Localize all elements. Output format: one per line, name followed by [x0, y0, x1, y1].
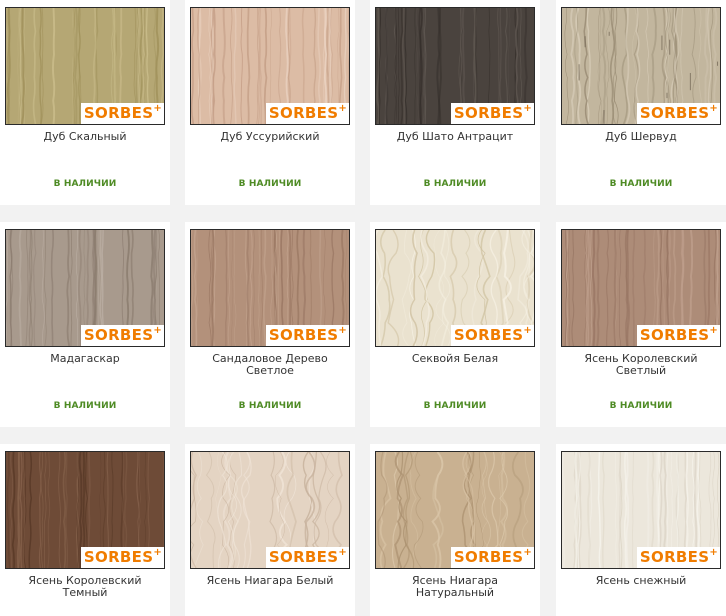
product-image[interactable]: SORBES+ [5, 229, 165, 347]
product-image[interactable]: SORBES+ [561, 229, 721, 347]
product-image[interactable]: SORBES+ [190, 7, 350, 125]
product-name[interactable]: Ясень снежный [564, 575, 718, 587]
product-name[interactable]: Секвойя Белая [378, 353, 532, 365]
sorbes-logo: SORBES+ [450, 103, 534, 124]
logo-text: SORBES [268, 104, 339, 122]
product-grid: SORBES+ Дуб Скальный В НАЛИЧИИ SORBES+ Дуб У… [0, 0, 726, 616]
logo-text: SORBES [639, 104, 710, 122]
sorbes-logo: SORBES+ [265, 103, 349, 124]
product-image[interactable]: SORBES+ [375, 451, 535, 569]
stock-status: В НАЛИЧИИ [423, 179, 487, 189]
product-name[interactable]: Ясень Ниагара Белый [193, 575, 347, 587]
product-name[interactable]: Дуб Шато Антрацит [378, 131, 532, 143]
product-image[interactable]: SORBES+ [375, 7, 535, 125]
stock-status: В НАЛИЧИИ [609, 401, 673, 411]
product-card[interactable]: SORBES+ Сандаловое Дерево Светлое В НАЛИЧИ… [185, 222, 355, 427]
product-card[interactable]: SORBES+ Мадагаскар В НАЛИЧИИ [0, 222, 170, 427]
product-card[interactable]: SORBES+ Секвойя Белая В НАЛИЧИИ [370, 222, 540, 427]
stock-status: В НАЛИЧИИ [609, 179, 673, 189]
stock-status: В НАЛИЧИИ [238, 401, 302, 411]
product-card[interactable]: SORBES+ Дуб Скальный В НАЛИЧИИ [0, 0, 170, 205]
product-name[interactable]: Ясень Королевский Темный [8, 575, 162, 599]
product-name[interactable]: Ясень Королевский Светлый [564, 353, 718, 377]
logo-plus-mark: + [523, 325, 532, 336]
sorbes-logo: SORBES+ [450, 547, 534, 568]
stock-status: В НАЛИЧИИ [423, 401, 487, 411]
product-image[interactable]: SORBES+ [5, 7, 165, 125]
product-image[interactable]: SORBES+ [561, 7, 721, 125]
product-name[interactable]: Ясень Ниагара Натуральный [378, 575, 532, 599]
product-card[interactable]: SORBES+ Дуб Шато Антрацит В НАЛИЧИИ [370, 0, 540, 205]
logo-plus-mark: + [338, 325, 347, 336]
stock-status: В НАЛИЧИИ [53, 179, 117, 189]
product-image[interactable]: SORBES+ [375, 229, 535, 347]
logo-plus-mark: + [153, 547, 162, 558]
logo-plus-mark: + [153, 325, 162, 336]
logo-text: SORBES [83, 326, 154, 344]
product-name[interactable]: Дуб Шервуд [564, 131, 718, 143]
logo-plus-mark: + [709, 325, 718, 336]
logo-text: SORBES [83, 548, 154, 566]
logo-text: SORBES [268, 326, 339, 344]
logo-plus-mark: + [709, 547, 718, 558]
product-image[interactable]: SORBES+ [190, 229, 350, 347]
logo-text: SORBES [453, 104, 524, 122]
logo-text: SORBES [268, 548, 339, 566]
sorbes-logo: SORBES+ [636, 547, 720, 568]
sorbes-logo: SORBES+ [80, 325, 164, 346]
logo-plus-mark: + [709, 103, 718, 114]
logo-text: SORBES [639, 326, 710, 344]
product-card[interactable]: SORBES+ Ясень Ниагара Белый [185, 444, 355, 616]
logo-text: SORBES [639, 548, 710, 566]
sorbes-logo: SORBES+ [265, 325, 349, 346]
product-card[interactable]: SORBES+ Ясень Королевский Темный [0, 444, 170, 616]
product-name[interactable]: Дуб Уссурийский [193, 131, 347, 143]
product-image[interactable]: SORBES+ [190, 451, 350, 569]
sorbes-logo: SORBES+ [636, 325, 720, 346]
logo-text: SORBES [453, 548, 524, 566]
stock-status: В НАЛИЧИИ [53, 401, 117, 411]
sorbes-logo: SORBES+ [80, 103, 164, 124]
logo-plus-mark: + [338, 103, 347, 114]
product-card[interactable]: SORBES+ Ясень Ниагара Натуральный [370, 444, 540, 616]
logo-plus-mark: + [338, 547, 347, 558]
product-image[interactable]: SORBES+ [5, 451, 165, 569]
sorbes-logo: SORBES+ [636, 103, 720, 124]
product-name[interactable]: Дуб Скальный [8, 131, 162, 143]
product-name[interactable]: Мадагаскар [8, 353, 162, 365]
product-name[interactable]: Сандаловое Дерево Светлое [193, 353, 347, 377]
product-card[interactable]: SORBES+ Ясень Королевский Светлый В НАЛИЧИ… [556, 222, 726, 427]
logo-plus-mark: + [523, 103, 532, 114]
logo-text: SORBES [453, 326, 524, 344]
product-card[interactable]: SORBES+ Дуб Уссурийский В НАЛИЧИИ [185, 0, 355, 205]
sorbes-logo: SORBES+ [80, 547, 164, 568]
sorbes-logo: SORBES+ [450, 325, 534, 346]
logo-plus-mark: + [153, 103, 162, 114]
logo-plus-mark: + [523, 547, 532, 558]
sorbes-logo: SORBES+ [265, 547, 349, 568]
stock-status: В НАЛИЧИИ [238, 179, 302, 189]
product-card[interactable]: SORBES+ Ясень снежный [556, 444, 726, 616]
product-card[interactable]: SORBES+ Дуб Шервуд В НАЛИЧИИ [556, 0, 726, 205]
logo-text: SORBES [83, 104, 154, 122]
product-image[interactable]: SORBES+ [561, 451, 721, 569]
